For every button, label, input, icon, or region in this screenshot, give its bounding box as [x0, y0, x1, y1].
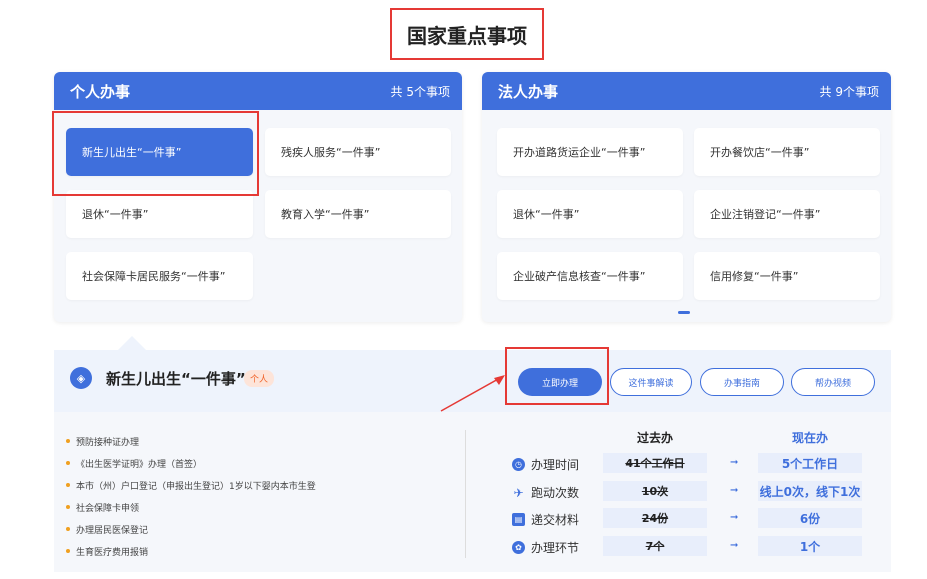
video-button[interactable]: 帮办视频 — [791, 368, 875, 396]
newborn-icon: ◈ — [70, 367, 92, 389]
detail-tag: 个人 — [244, 370, 275, 387]
explain-button[interactable]: 这件事解读 — [610, 368, 692, 396]
legal-item-deregister[interactable]: 企业注销登记“一件事” — [694, 190, 880, 238]
personal-item-disabled[interactable]: 残疾人服务“一件事” — [265, 128, 451, 176]
compare-past-materials: 24份 — [603, 508, 707, 528]
arrow-icon: ➞ — [730, 540, 739, 551]
compare-label-trips: ✈ 跑动次数 — [513, 485, 580, 501]
carousel-indicator[interactable] — [678, 311, 690, 314]
legal-item-retire[interactable]: 退休“一件事” — [497, 190, 683, 238]
personal-panel-count: 共 5个事项 — [390, 84, 450, 99]
compare-label-materials: ▤ 递交材料 — [512, 511, 579, 528]
note-item: 办理居民医保登记 — [66, 518, 456, 540]
past-header: 过去办 — [636, 431, 673, 445]
page-title: 国家重点事项 — [390, 8, 544, 60]
legal-panel-title: 法人办事 — [498, 82, 559, 101]
legal-panel-count: 共 9个事项 — [819, 84, 879, 99]
personal-panel-header: 个人办事 共 5个事项 — [54, 72, 462, 110]
compare-past-steps: 7个 — [603, 536, 707, 556]
compare-now-time: 5个工作日 — [758, 453, 862, 473]
run-icon: ✈ — [513, 485, 524, 500]
steps-icon: ✿ — [512, 541, 525, 554]
personal-item-social-card[interactable]: 社会保障卡居民服务“一件事” — [66, 252, 253, 300]
highlight-box-apply — [505, 347, 609, 405]
note-item: 《出生医学证明》办理（首签） — [66, 452, 456, 474]
personal-item-education[interactable]: 教育入学“一件事” — [265, 190, 451, 238]
detail-pointer — [118, 336, 146, 350]
compare-now-steps: 1个 — [758, 536, 862, 556]
guide-button[interactable]: 办事指南 — [700, 368, 784, 396]
compare-past-trips: 10次 — [603, 481, 707, 501]
legal-item-restaurant[interactable]: 开办餐饮店“一件事” — [694, 128, 880, 176]
now-header: 现在办 — [791, 431, 828, 445]
personal-item-retire[interactable]: 退休“一件事” — [66, 190, 253, 238]
legal-item-bankruptcy[interactable]: 企业破产信息核查“一件事” — [497, 252, 683, 300]
folder-icon: ▤ — [512, 513, 525, 526]
note-item: 社会保障卡申领 — [66, 496, 456, 518]
personal-panel-title: 个人办事 — [70, 82, 131, 101]
compare-now-materials: 6份 — [758, 508, 862, 528]
notes-list: 预防接种证办理 《出生医学证明》办理（首签） 本市（州）户口登记（申报出生登记）… — [66, 430, 456, 562]
legal-item-credit-repair[interactable]: 信用修复“一件事” — [694, 252, 880, 300]
note-item: 本市（州）户口登记（申报出生登记）1岁以下婴内本市生登 — [66, 474, 456, 496]
compare-past-time: 41个工作日 — [603, 453, 707, 473]
arrow-icon: ➞ — [730, 512, 739, 523]
red-arrow — [440, 375, 505, 412]
arrow-icon: ➞ — [730, 485, 739, 496]
note-item: 生育医疗费用报销 — [66, 540, 456, 562]
note-item: 预防接种证办理 — [66, 430, 456, 452]
clock-icon: ◷ — [512, 458, 525, 471]
compare-label-steps: ✿ 办理环节 — [512, 539, 579, 556]
compare-label-time: ◷ 办理时间 — [512, 456, 579, 473]
legal-item-freight[interactable]: 开办道路货运企业“一件事” — [497, 128, 683, 176]
detail-divider — [465, 430, 466, 558]
legal-panel-header: 法人办事 共 9个事项 — [482, 72, 891, 110]
highlight-box-newborn — [52, 111, 259, 196]
detail-title: 新生儿出生“一件事” — [106, 370, 246, 388]
arrow-icon: ➞ — [730, 457, 739, 468]
compare-now-trips: 线上0次，线下1次 — [758, 481, 862, 501]
